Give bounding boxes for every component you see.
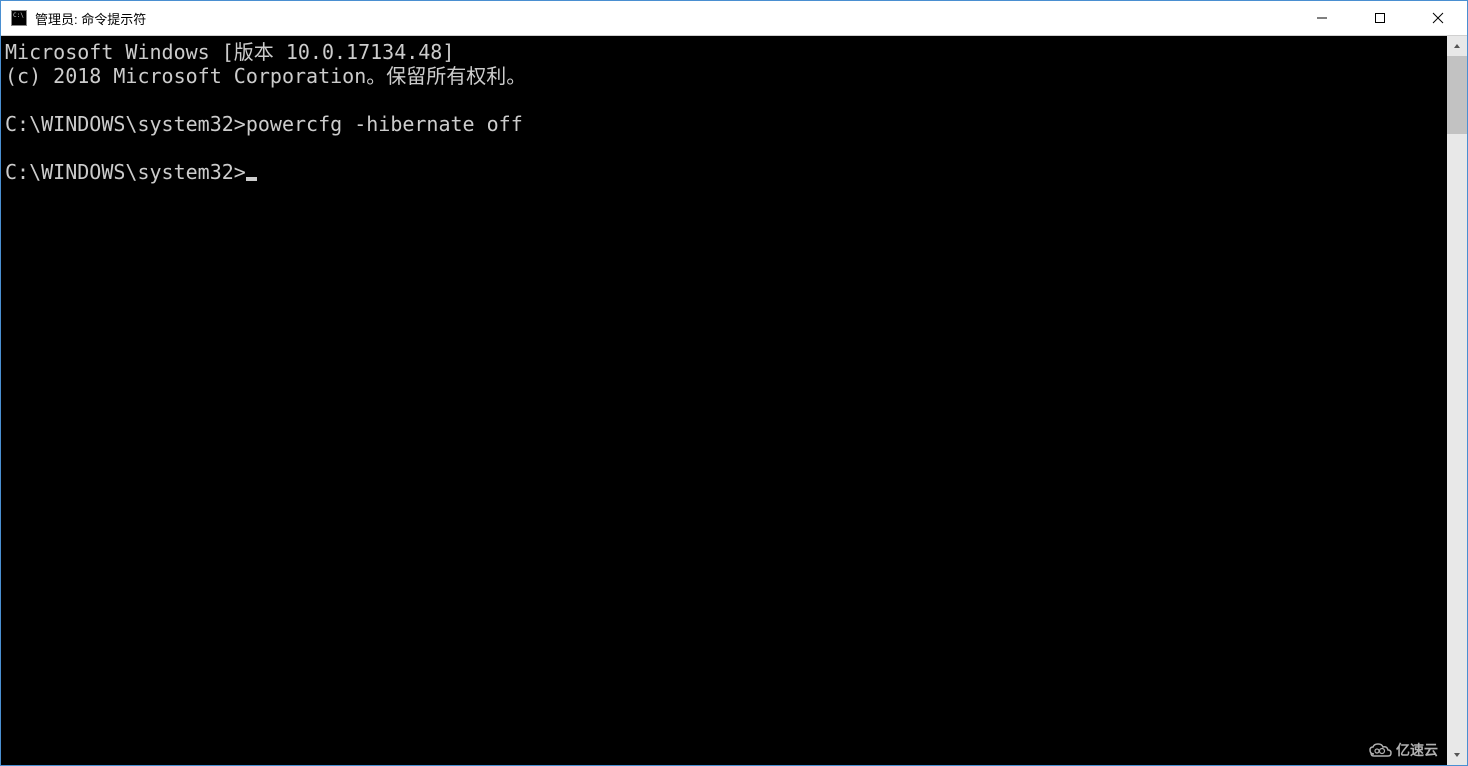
terminal-line: (c) 2018 Microsoft Corporation。保留所有权利。 — [5, 64, 1447, 88]
close-button[interactable] — [1409, 1, 1467, 35]
minimize-button[interactable] — [1293, 1, 1351, 35]
terminal-content[interactable]: Microsoft Windows [版本 10.0.17134.48](c) … — [1, 36, 1447, 765]
terminal-line — [5, 136, 1447, 160]
scroll-up-button[interactable] — [1447, 36, 1467, 56]
terminal-prompt: C:\WINDOWS\system32> — [5, 160, 246, 184]
chevron-up-icon — [1453, 42, 1461, 50]
scroll-thumb[interactable] — [1447, 56, 1467, 134]
terminal-line: C:\WINDOWS\system32>powercfg -hibernate … — [5, 112, 1447, 136]
window-controls — [1293, 1, 1467, 35]
maximize-button[interactable] — [1351, 1, 1409, 35]
vertical-scrollbar[interactable] — [1447, 36, 1467, 765]
minimize-icon — [1316, 12, 1328, 24]
terminal-area: Microsoft Windows [版本 10.0.17134.48](c) … — [1, 36, 1467, 765]
maximize-icon — [1374, 12, 1386, 24]
terminal-prompt-line: C:\WINDOWS\system32> — [5, 160, 1447, 184]
close-icon — [1432, 12, 1444, 24]
scroll-down-button[interactable] — [1447, 745, 1467, 765]
cursor-icon — [246, 177, 257, 181]
titlebar[interactable]: 管理员: 命令提示符 — [1, 1, 1467, 36]
scroll-track[interactable] — [1447, 56, 1467, 745]
chevron-down-icon — [1453, 751, 1461, 759]
app-window: 管理员: 命令提示符 Microsoft Windows [版本 10.0.17… — [0, 0, 1468, 766]
window-title: 管理员: 命令提示符 — [35, 9, 1293, 28]
terminal-line: Microsoft Windows [版本 10.0.17134.48] — [5, 40, 1447, 64]
cmd-icon — [11, 10, 27, 26]
terminal-line — [5, 88, 1447, 112]
